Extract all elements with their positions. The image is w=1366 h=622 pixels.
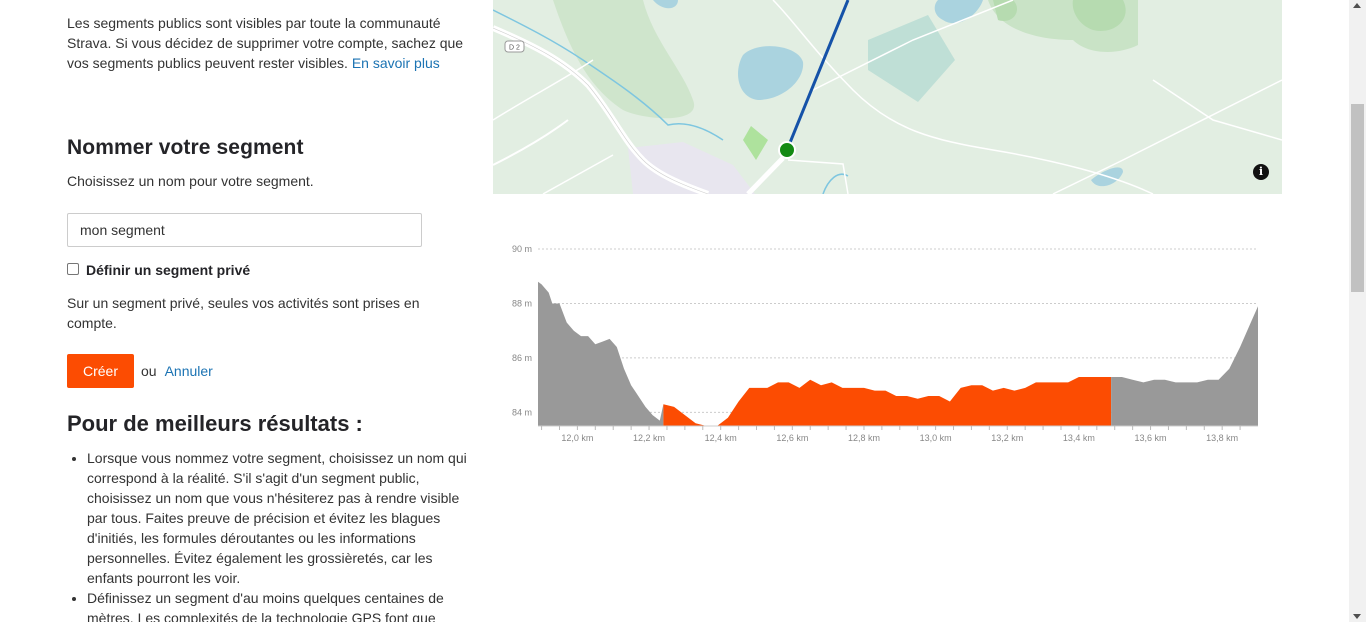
info-icon[interactable]: i bbox=[1253, 164, 1269, 180]
form-actions: Créer ou Annuler bbox=[67, 354, 213, 388]
road-shield-label: D 2 bbox=[509, 45, 520, 52]
learn-more-link[interactable]: En savoir plus bbox=[352, 55, 440, 71]
lake bbox=[738, 46, 804, 100]
meadow-area bbox=[743, 126, 768, 160]
cancel-link[interactable]: Annuler bbox=[165, 363, 213, 379]
private-segment-label[interactable]: Définir un segment privé bbox=[86, 262, 250, 278]
create-button[interactable]: Créer bbox=[67, 354, 134, 388]
name-segment-title: Nommer votre segment bbox=[67, 136, 304, 159]
x-tick-label: 13,8 km bbox=[1206, 433, 1238, 443]
map-tiles: D 2 bbox=[493, 0, 1282, 194]
name-segment-hint: Choisissez un nom pour votre segment. bbox=[67, 173, 314, 189]
road bbox=[746, 156, 785, 194]
road bbox=[787, 159, 849, 194]
y-tick-label: 84 m bbox=[512, 407, 532, 417]
road bbox=[1052, 79, 1282, 194]
scroll-thumb[interactable] bbox=[1351, 104, 1364, 292]
elevation-area-after-segment bbox=[1111, 306, 1258, 426]
y-tick-label: 86 m bbox=[512, 353, 532, 363]
river bbox=[822, 173, 849, 194]
elevation-chart-svg: 90 m 88 m 86 m 84 m 12,0 km 12,2 km 12,4 km 12,… bbox=[512, 244, 1258, 443]
scroll-up-arrow-icon[interactable] bbox=[1353, 3, 1361, 8]
private-segment-note: Sur un segment privé, seules vos activit… bbox=[67, 295, 420, 331]
x-tick-label: 13,4 km bbox=[1063, 433, 1095, 443]
tip-item: Lorsque vous nommez votre segment, chois… bbox=[87, 448, 467, 588]
segment-start-marker[interactable] bbox=[778, 141, 796, 159]
private-segment-checkbox[interactable] bbox=[67, 262, 79, 275]
road bbox=[493, 119, 569, 166]
x-tick-label: 12,6 km bbox=[776, 433, 808, 443]
tip-item: Définissez un segment d'au moins quelque… bbox=[87, 588, 467, 622]
elevation-area-segment bbox=[663, 377, 1112, 426]
elevation-area-before-segment bbox=[538, 281, 664, 426]
y-tick-label: 88 m bbox=[512, 298, 532, 308]
road bbox=[542, 154, 614, 194]
x-tick-label: 13,6 km bbox=[1135, 433, 1167, 443]
forest-area bbox=[553, 0, 695, 119]
tips-list: Lorsque vous nommez votre segment, chois… bbox=[87, 448, 467, 622]
or-text: ou bbox=[141, 363, 157, 379]
y-tick-label: 90 m bbox=[512, 244, 532, 254]
segment-map[interactable]: D 2 i bbox=[493, 0, 1282, 194]
x-tick-label: 12,2 km bbox=[633, 433, 665, 443]
x-tick-label: 12,0 km bbox=[561, 433, 593, 443]
lake bbox=[934, 0, 983, 24]
page-scrollbar[interactable] bbox=[1349, 0, 1366, 622]
x-tick-label: 13,0 km bbox=[920, 433, 952, 443]
x-tick-label: 12,8 km bbox=[848, 433, 880, 443]
segment-name-input[interactable] bbox=[67, 213, 422, 247]
x-tick-label: 13,2 km bbox=[991, 433, 1023, 443]
x-tick-label: 12,4 km bbox=[705, 433, 737, 443]
private-segment-row[interactable]: Définir un segment privé bbox=[67, 262, 250, 278]
road bbox=[493, 59, 594, 121]
scroll-down-arrow-icon[interactable] bbox=[1353, 614, 1361, 619]
elevation-profile-chart: 90 m 88 m 86 m 84 m 12,0 km 12,2 km 12,4 km 12,… bbox=[493, 230, 1282, 460]
tips-title: Pour de meilleurs résultats : bbox=[67, 411, 363, 436]
public-segment-notice: Les segments publics sont visibles par t… bbox=[67, 13, 467, 73]
lake bbox=[653, 0, 678, 9]
